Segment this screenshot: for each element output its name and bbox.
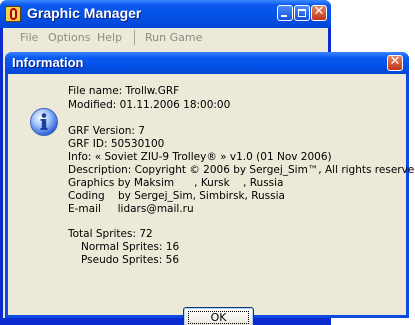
- dialog-close-button[interactable]: ✕: [387, 54, 403, 71]
- minimize-icon: [281, 15, 287, 17]
- main-window-title: Graphic Manager: [27, 5, 142, 21]
- graphic-manager-app-icon[interactable]: [5, 6, 21, 22]
- minimize-button[interactable]: [277, 5, 293, 21]
- maximize-icon: [298, 9, 306, 17]
- coding-text: Coding by Sergej_Sim, Simbirsk, Russia: [68, 190, 285, 202]
- grf-version-text: GRF Version: 7: [68, 125, 145, 137]
- main-close-button[interactable]: ✕: [311, 4, 327, 21]
- total-sprites-text: Total Sprites: 72: [68, 228, 153, 240]
- email-text: E-mail lidars@mail.ru: [68, 203, 194, 215]
- info-text: Info: « Soviet ZIU-9 Trolley® » v1.0 (01…: [68, 151, 332, 163]
- normal-sprites-text: Normal Sprites: 16: [81, 241, 180, 253]
- main-titlebar[interactable]: Graphic Manager ✕: [0, 0, 331, 28]
- file-name-text: File name: Trollw.GRF: [68, 85, 180, 97]
- main-window-border: [3, 318, 328, 325]
- ok-button[interactable]: OK: [183, 307, 254, 325]
- grf-id-text: GRF ID: 50530100: [68, 138, 165, 150]
- focus-rectangle: [188, 311, 249, 324]
- menu-bar: File Options Help Run Game: [3, 28, 328, 48]
- description-text: Description: Copyright © 2006 by Sergej_…: [68, 164, 415, 176]
- close-icon: ✕: [313, 4, 325, 19]
- close-icon: ✕: [389, 54, 401, 69]
- modified-text: Modified: 01.11.2006 18:00:00: [68, 99, 231, 111]
- dialog-body: File name: Trollw.GRF Modified: 01.11.20…: [8, 74, 415, 325]
- menu-run-game[interactable]: Run Game: [145, 31, 202, 44]
- menu-options[interactable]: Options: [48, 31, 90, 44]
- menu-separator: [134, 30, 135, 45]
- menu-file[interactable]: File: [20, 31, 38, 44]
- information-icon: [30, 108, 58, 136]
- graphics-by-text: Graphics by Maksim , Kursk , Russia: [68, 177, 284, 189]
- information-dialog: Information ✕ File name: Trollw.GRF Modi…: [5, 52, 415, 325]
- maximize-button[interactable]: [294, 5, 310, 21]
- pseudo-sprites-text: Pseudo Sprites: 56: [81, 254, 180, 266]
- dialog-titlebar[interactable]: Information ✕: [5, 52, 409, 74]
- desktop: Graphic Manager ✕ File Options Help Run …: [0, 0, 415, 325]
- menu-help[interactable]: Help: [97, 31, 122, 44]
- dialog-title: Information: [12, 55, 84, 70]
